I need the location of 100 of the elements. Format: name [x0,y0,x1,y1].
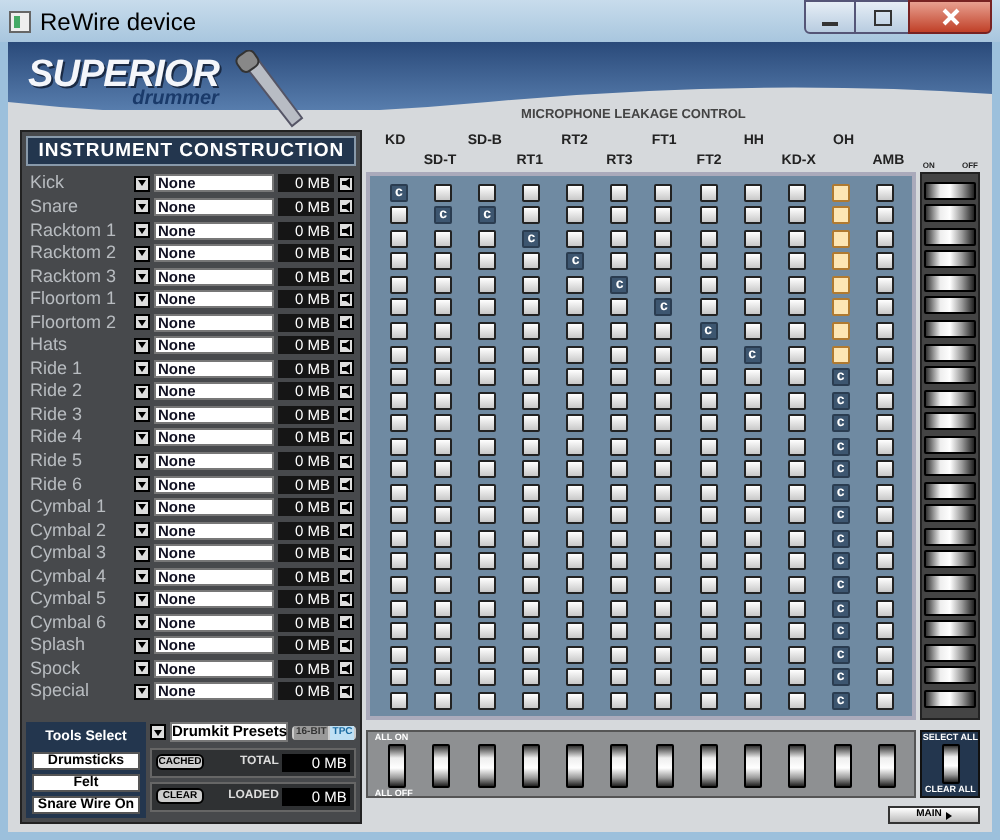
leakage-toggle[interactable] [743,483,762,502]
leakage-toggle[interactable] [610,252,629,271]
leakage-toggle[interactable] [654,183,673,202]
leakage-toggle[interactable] [699,229,718,248]
leakage-toggle[interactable] [478,298,497,317]
toggle-switch[interactable] [924,366,977,385]
leakage-toggle[interactable] [610,552,629,571]
dropdown-button[interactable] [134,591,150,608]
leakage-toggle[interactable] [434,298,453,317]
leakage-toggle[interactable] [699,414,718,433]
toggle-switch[interactable] [788,744,807,788]
leakage-toggle[interactable] [654,575,673,594]
leakage-toggle[interactable] [434,552,453,571]
leakage-toggle[interactable] [610,645,629,664]
leakage-toggle[interactable] [875,552,894,571]
leakage-toggle[interactable] [654,622,673,641]
leakage-toggle[interactable] [743,575,762,594]
leakage-toggle[interactable] [875,506,894,525]
dropdown-button[interactable] [134,660,150,677]
leakage-toggle[interactable] [478,575,497,594]
leakage-toggle[interactable] [699,368,718,387]
leakage-toggle[interactable] [654,368,673,387]
dropdown-button[interactable] [134,453,150,469]
leakage-toggle[interactable] [478,691,497,710]
toggle-switch[interactable] [924,181,977,200]
leakage-toggle[interactable] [699,529,718,548]
leakage-toggle[interactable] [699,691,718,710]
leakage-toggle[interactable] [699,575,718,594]
leakage-toggle[interactable] [610,391,629,410]
leakage-toggle[interactable] [743,275,762,294]
leakage-toggle[interactable] [875,691,894,710]
toggle-switch[interactable] [610,744,629,788]
leakage-toggle[interactable] [566,229,585,248]
leakage-toggle[interactable] [389,414,408,433]
leakage-toggle[interactable] [434,645,453,664]
leakage-toggle[interactable] [522,252,541,271]
leakage-toggle[interactable] [478,552,497,571]
leakage-toggle[interactable] [743,298,762,317]
leakage-toggle[interactable] [610,368,629,387]
leakage-toggle[interactable] [699,483,718,502]
leakage-toggle[interactable] [566,321,585,340]
dropdown-button[interactable] [134,683,150,700]
leakage-toggle[interactable] [434,622,453,641]
leakage-toggle[interactable] [743,206,762,225]
leakage-toggle[interactable] [787,552,806,571]
toggle-switch[interactable] [521,744,540,788]
leakage-toggle[interactable] [434,275,453,294]
leakage-toggle[interactable] [610,298,629,317]
leakage-toggle[interactable] [389,483,408,502]
audition-button[interactable] [338,175,354,192]
leakage-toggle[interactable] [610,229,629,248]
leakage-toggle[interactable] [478,275,497,294]
leakage-toggle[interactable] [610,483,629,502]
leakage-toggle[interactable] [389,206,408,225]
dropdown-button[interactable] [134,291,150,308]
toggle-switch[interactable] [924,481,977,500]
leakage-toggle[interactable] [875,529,894,548]
leakage-toggle[interactable] [699,437,718,456]
leakage-toggle[interactable] [699,668,718,687]
leakage-toggle[interactable] [389,691,408,710]
leakage-toggle[interactable] [875,622,894,641]
leakage-toggle[interactable] [478,345,497,364]
leakage-toggle[interactable] [654,229,673,248]
leakage-toggle[interactable] [699,552,718,571]
leakage-toggle[interactable] [389,529,408,548]
leakage-toggle[interactable] [522,368,541,387]
leakage-toggle[interactable] [831,321,850,340]
leakage-toggle[interactable] [566,575,585,594]
leakage-toggle[interactable] [654,483,673,502]
leakage-toggle[interactable] [654,460,673,479]
audition-button[interactable] [338,314,354,331]
leakage-toggle[interactable] [566,552,585,571]
leakage-toggle[interactable] [434,252,453,271]
leakage-toggle[interactable] [566,599,585,618]
leakage-toggle[interactable] [478,483,497,502]
leakage-toggle[interactable] [566,460,585,479]
leakage-toggle[interactable] [610,691,629,710]
leakage-toggle[interactable] [699,506,718,525]
leakage-toggle[interactable] [522,391,541,410]
toggle-switch[interactable] [699,744,718,788]
leakage-toggle[interactable] [566,206,585,225]
leakage-toggle[interactable] [743,599,762,618]
leakage-toggle[interactable] [478,321,497,340]
leakage-toggle[interactable] [654,599,673,618]
leakage-toggle[interactable] [743,183,762,202]
leakage-toggle[interactable] [478,529,497,548]
toggle-switch[interactable] [477,744,496,788]
leakage-toggle[interactable] [610,345,629,364]
toggle-switch[interactable] [833,744,852,788]
toggle-switch[interactable] [924,389,977,408]
leakage-toggle[interactable] [787,622,806,641]
leakage-toggle[interactable] [566,414,585,433]
toggle-switch[interactable] [924,343,977,362]
leakage-toggle[interactable] [787,391,806,410]
leakage-toggle[interactable] [787,483,806,502]
leakage-toggle[interactable] [389,460,408,479]
leakage-toggle[interactable] [522,622,541,641]
toggle-switch[interactable] [924,527,977,546]
leakage-toggle[interactable] [787,206,806,225]
audition-button[interactable] [338,222,354,239]
